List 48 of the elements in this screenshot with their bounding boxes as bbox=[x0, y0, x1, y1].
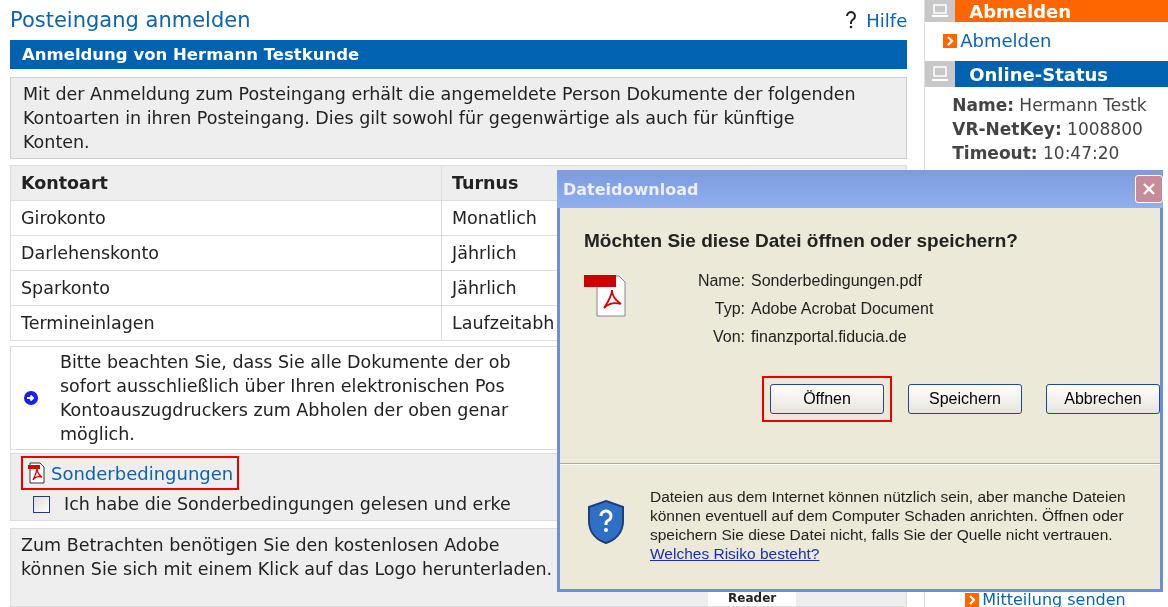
table-cell: Girokonto bbox=[11, 201, 442, 235]
table-cell: Termineinlagen bbox=[11, 306, 442, 340]
dialog-question: Möchten Sie diese Datei öffnen oder speichern? bbox=[584, 230, 1018, 251]
dialog-title: Dateidownload bbox=[563, 179, 699, 199]
detail-value: Adobe Acrobat Document bbox=[751, 300, 934, 318]
column-header: Kontoart bbox=[11, 166, 442, 200]
close-button[interactable] bbox=[1135, 175, 1163, 203]
reader-text: Zum Betrachten benötigen Sie den kostenlosen Adobe bbox=[21, 534, 501, 557]
computer-icon bbox=[925, 61, 956, 87]
table-cell-text: Laufzeitabh bbox=[451, 313, 555, 333]
detail-label: Von: bbox=[711, 328, 745, 346]
chevron-icon bbox=[943, 33, 958, 48]
warning-text: Dateien aus dem Internet können nützlich sein, aber manche Dateien können eventuell auf dem Computer Schaden anrichten. Öffnen oder speichern Sie diese Datei nicht, falls Sie der Quelle nicht vertrauen. Welches Risiko besteht? bbox=[650, 487, 1127, 563]
status-field: Name: Hermann Testk bbox=[952, 93, 1168, 117]
shield-question-icon bbox=[586, 499, 626, 545]
help-link[interactable]: Hilfe bbox=[866, 9, 908, 31]
note-text: möglich. bbox=[60, 423, 136, 446]
note-text: Bitte beachten Sie, dass Sie alle Dokumente der ob bbox=[60, 351, 511, 374]
detail-label: Name: bbox=[696, 272, 745, 290]
dialog-button[interactable]: Öffnen bbox=[762, 376, 892, 422]
note-text: sofort ausschließlich über Ihren elektronischen Pos bbox=[60, 375, 506, 398]
status-header: Online-Status bbox=[925, 61, 1168, 87]
intro-text: Mit der Anmeldung zum Posteingang erhält die angemeldete Person Dokumente der folgenden Kontoarten in ihren Posteingang. Dies gilt sowohl für gegenwärtige als auch für künftige Konten. bbox=[10, 77, 908, 159]
arrow-circle-icon bbox=[24, 391, 38, 405]
table-cell-text: Monatlich bbox=[451, 208, 537, 228]
status-field: Timeout: 10:47:20 bbox=[952, 141, 1168, 165]
note-text: Kontoauszugdruckers zum Abholen der oben genar bbox=[60, 399, 510, 422]
pdf-link[interactable]: Sonderbedingungen bbox=[21, 456, 240, 490]
table-cell-text: Jährlich bbox=[450, 243, 517, 263]
risk-link[interactable]: Welches Risiko besteht? bbox=[650, 545, 820, 562]
table-cell-text: Jährlich bbox=[450, 278, 517, 298]
logout-header: Abmelden bbox=[925, 0, 1168, 22]
status-field: VR-NetKey: 1008800 bbox=[952, 117, 1168, 141]
table-cell: Sparkonto bbox=[11, 271, 442, 305]
reader-text: können Sie sich mit einem Klick auf das Logo herunterladen. bbox=[21, 558, 553, 581]
table-cell: Darlehenskonto bbox=[11, 236, 442, 270]
page-title: Posteingang anmelden bbox=[10, 8, 251, 32]
logout-link[interactable]: Abmelden bbox=[925, 22, 1168, 55]
panel-title: Anmeldung von Hermann Testkunde bbox=[10, 40, 908, 69]
column-header: Turnus bbox=[451, 173, 519, 193]
pdf-icon bbox=[27, 462, 47, 484]
help-icon[interactable] bbox=[844, 11, 859, 29]
detail-label: Typ: bbox=[713, 300, 745, 318]
detail-value: Sonderbedingungen.pdf bbox=[751, 272, 922, 290]
close-icon bbox=[1142, 182, 1156, 196]
checkbox-label: Ich habe die Sonderbedingungen gelesen und erke bbox=[64, 494, 511, 514]
checkbox[interactable] bbox=[33, 495, 50, 513]
detail-value: finanzportal.fiducia.de bbox=[751, 328, 907, 346]
